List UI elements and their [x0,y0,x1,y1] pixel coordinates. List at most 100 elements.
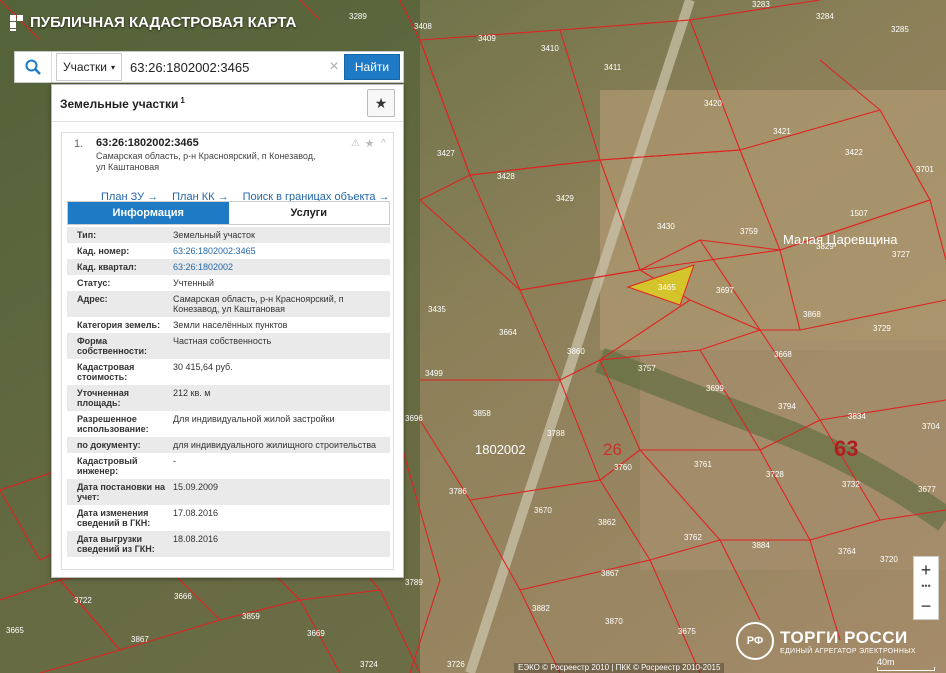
parcel-label[interactable]: 3430 [657,222,675,231]
info-value: - [173,456,176,466]
brand-watermark: РФ ТОРГИ РОССИ ЕДИНЫЙ АГРЕГАТОР ЭЛЕКТРОН… [736,622,916,660]
info-row: Форма собственности: Частная собственност… [67,333,390,359]
parcel-label[interactable]: 3729 [873,324,891,333]
info-row: Дата выгрузки сведений из ГКН: 18.08.2016 [67,531,390,557]
parcel-label[interactable]: 3409 [478,34,496,43]
parcel-label[interactable]: 3284 [816,12,834,21]
parcel-label[interactable]: 3834 [848,412,866,421]
tab-information[interactable]: Информация [68,202,229,224]
parcel-label[interactable]: 3670 [534,506,552,515]
info-value: Частная собственность [173,336,272,346]
result-cad-number[interactable]: 63:26:1802002:3465 [96,137,387,149]
parcel-label[interactable]: 3786 [449,487,467,496]
parcel-label[interactable]: 3884 [752,541,770,550]
search-type-select[interactable]: Участки ▾ [56,53,123,81]
parcel-label[interactable]: 3870 [605,617,623,626]
parcel-label[interactable]: 3285 [891,25,909,34]
star-icon[interactable]: ★ [364,138,375,150]
parcel-label[interactable]: 3666 [174,592,192,601]
parcel-label[interactable]: 3668 [774,350,792,359]
parcel-label[interactable]: 1507 [850,209,868,218]
parcel-label[interactable]: 3727 [892,250,910,259]
parcel-label[interactable]: 3427 [437,149,455,158]
info-value: Самарская область, р-н Красноярский, п К… [173,294,344,314]
parcel-label[interactable]: 3760 [614,463,632,472]
parcel-label[interactable]: 3422 [845,148,863,157]
info-row: Кад. квартал: 63:26:1802002 [67,259,390,275]
chevron-down-icon: ▾ [111,62,116,72]
parcel-label[interactable]: 3868 [803,310,821,319]
parcel-label[interactable]: 3429 [556,194,574,203]
parcel-label[interactable]: 3677 [918,485,936,494]
parcel-label[interactable]: 3664 [499,328,517,337]
clear-icon[interactable]: × [324,58,344,76]
parcel-label[interactable]: 3420 [704,99,722,108]
parcel-label[interactable]: 3697 [716,286,734,295]
parcel-label[interactable]: 3789 [405,578,423,587]
parcel-label[interactable]: 3283 [752,0,770,9]
info-label: по документу: [77,440,141,450]
parcel-label[interactable]: 3757 [638,364,656,373]
parcel-label[interactable]: 3761 [694,460,712,469]
parcel-label[interactable]: 3704 [922,422,940,431]
parcel-label[interactable]: 3428 [497,172,515,181]
parcel-label[interactable]: 3764 [838,547,856,556]
warning-icon[interactable]: ⚠ [350,138,361,149]
zoom-out-button[interactable]: − [914,593,938,619]
zoom-in-button[interactable]: + [914,557,938,583]
parcel-label[interactable]: 3465 [658,283,676,292]
parcel-label[interactable]: 3862 [598,518,616,527]
parcel-label[interactable]: 3435 [428,305,446,314]
parcel-label[interactable]: 3421 [773,127,791,136]
collapse-icon[interactable]: ^ [378,138,389,149]
parcel-label[interactable]: 3701 [916,165,934,174]
parcel-label[interactable]: 3669 [307,629,325,638]
find-button[interactable]: Найти [344,54,400,80]
parcel-label[interactable]: 3408 [414,22,432,31]
parcel-label[interactable]: 3858 [473,409,491,418]
parcel-label[interactable]: 3860 [567,347,585,356]
parcel-label[interactable]: 3726 [447,660,465,669]
zoom-more-icon[interactable]: ••• [914,582,938,593]
parcel-label[interactable]: 3699 [706,384,724,393]
favorites-button[interactable]: ★ [367,89,395,117]
parcel-label[interactable]: 3759 [740,227,758,236]
scale-bar [877,667,935,671]
result-count: 1 [180,95,185,105]
result-index: 1. [74,138,84,150]
info-value: 18.08.2016 [173,534,219,544]
panel-title: Земельные участки 1 [60,96,185,111]
parcel-label[interactable]: 3720 [880,555,898,564]
parcel-label[interactable]: 3665 [6,626,24,635]
tab-services[interactable]: Услуги [228,202,389,224]
map-attribution[interactable]: ЕЭКО © Росреестр 2010 | ПКК © Росреестр … [514,663,725,673]
parcel-label[interactable]: 3675 [678,627,696,636]
parcel-label[interactable]: 3696 [405,414,423,423]
parcel-label[interactable]: 3289 [349,12,367,21]
parcel-label[interactable]: 3728 [766,470,784,479]
parcel-label[interactable]: 3867 [131,635,149,644]
parcel-label[interactable]: 3788 [547,429,565,438]
parcel-label[interactable]: 3410 [541,44,559,53]
parcel-label[interactable]: 3762 [684,533,702,542]
parcel-label[interactable]: 3867 [601,569,619,578]
info-value: Земли населённых пунктов [173,320,288,330]
info-label: Кад. квартал: [77,262,137,272]
parcel-label[interactable]: 3732 [842,480,860,489]
parcel-label[interactable]: 3859 [242,612,260,621]
search-icon[interactable] [15,52,52,82]
info-row: по документу: для индивидуального жилищно… [67,437,390,453]
parcel-label[interactable]: 3411 [604,63,621,72]
info-value[interactable]: 63:26:1802002:3465 [173,246,390,256]
info-value[interactable]: 63:26:1802002 [173,262,390,272]
info-value: Земельный участок [173,230,255,240]
parcel-label[interactable]: 3722 [74,596,92,605]
parcel-label[interactable]: 3499 [425,369,443,378]
info-value: для индивидуального жилищного строительс… [173,440,377,450]
result-card: 1. 63:26:1802002:3465 Самарская область,… [61,132,394,570]
parcel-label[interactable]: 3882 [532,604,550,613]
parcel-label[interactable]: 3724 [360,660,378,669]
search-input[interactable] [122,53,324,81]
parcel-label[interactable]: 3794 [778,402,796,411]
info-row: Разрешенное использование: Для индивидуал… [67,411,390,437]
